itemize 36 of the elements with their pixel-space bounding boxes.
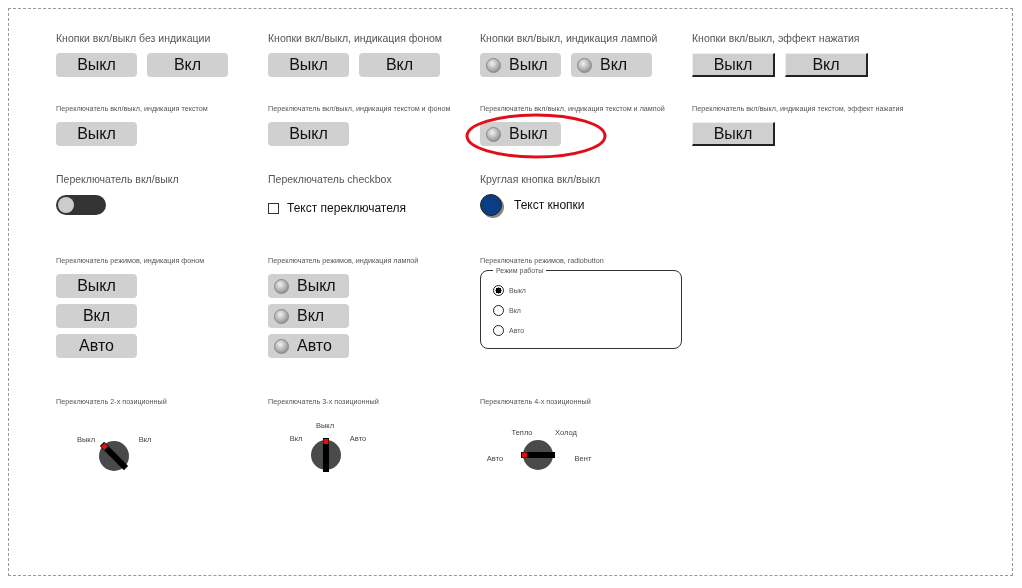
rotary-knob[interactable] [99,441,129,471]
mode-button[interactable]: Выкл [268,274,349,298]
toggle-button[interactable]: Выкл [692,53,775,77]
mode-button[interactable]: Авто [268,334,349,358]
rotary-knob[interactable] [311,438,341,472]
toggle-button[interactable]: Вкл [359,53,440,77]
checkbox[interactable] [268,202,279,214]
toggle-button[interactable]: Вкл [147,53,228,77]
mode-button[interactable]: Выкл [56,274,137,298]
radio-button[interactable] [493,324,504,336]
section-title: Кнопки вкл/выкл, эффект нажатия [692,31,861,45]
radio-button[interactable] [493,284,504,296]
checkbox-label: Текст переключателя [287,201,406,215]
section-title: Переключатель вкл/выкл [56,172,180,186]
mode-button[interactable]: Вкл [56,304,137,328]
toggle-switch[interactable] [56,195,106,215]
mode-button[interactable]: Авто [56,334,137,358]
rotary-knob[interactable] [521,440,555,470]
toggle-button[interactable]: Вкл [785,53,868,77]
toggle-button[interactable]: Выкл [56,53,137,77]
section-title: Переключатель checkbox [268,172,393,186]
radio-button[interactable] [493,304,504,316]
toggle-button[interactable]: Выкл [480,53,561,77]
toggle-button[interactable]: Выкл [56,122,137,146]
toggle-button[interactable]: Вкл [571,53,652,77]
toggle-button[interactable]: Выкл [268,122,349,146]
round-button[interactable] [480,194,502,216]
toggle-button[interactable]: Выкл [480,122,561,146]
section-title: Кнопки вкл/выкл, индикация лампой [480,31,659,45]
section-title: Круглая кнопка вкл/выкл [480,172,602,186]
toggle-button[interactable]: Выкл [268,53,349,77]
mode-button[interactable]: Вкл [268,304,349,328]
section-title: Кнопки вкл/выкл, индикация фоном [268,31,444,45]
section-title: Кнопки вкл/выкл без индикации [56,31,212,45]
toggle-button[interactable]: Выкл [692,122,775,146]
round-button-label: Текст кнопки [514,198,585,212]
